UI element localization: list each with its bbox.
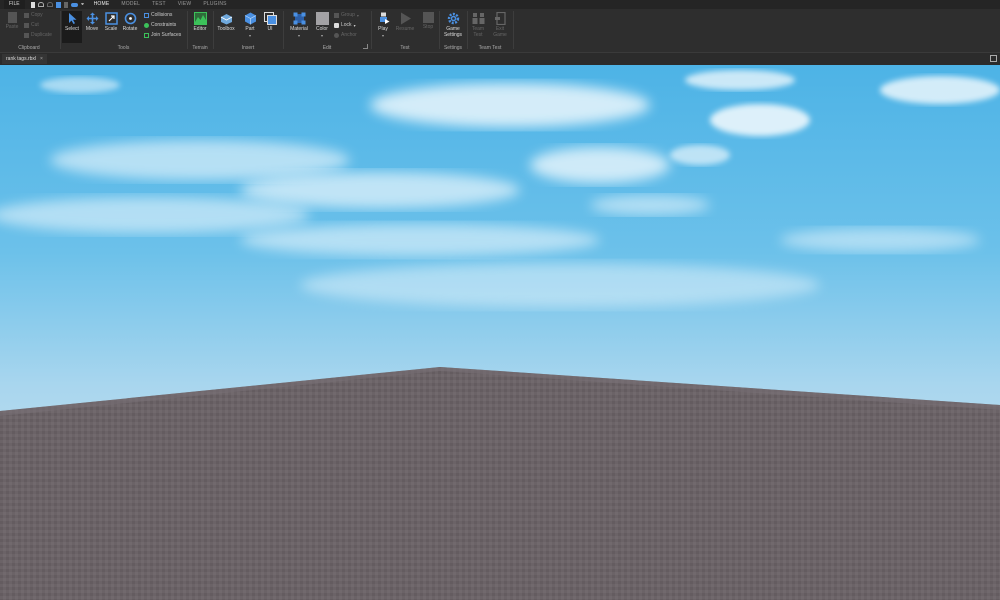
insert-group: Toolbox Part ▾ UI Insert bbox=[214, 9, 282, 52]
document-tab[interactable]: rank tags.rbxl × bbox=[2, 54, 47, 64]
stop-icon bbox=[422, 12, 434, 23]
color-button[interactable]: Color ▾ bbox=[312, 11, 332, 43]
toolbox-icon bbox=[220, 12, 233, 25]
team-test-group: Team Test Exit Game Team Test bbox=[468, 9, 512, 52]
terrain-group: Editor Terrain bbox=[188, 9, 212, 52]
test-label: Test bbox=[400, 45, 410, 51]
terrain-label: Terrain bbox=[192, 45, 208, 51]
3d-viewport[interactable] bbox=[0, 65, 1000, 600]
color-swatch-icon bbox=[315, 12, 329, 25]
terrain-editor-button[interactable]: Editor bbox=[190, 11, 210, 43]
menu-bar: FILE HOME MODEL TEST VIEW PLUGINS bbox=[0, 0, 1000, 9]
edit-label: Edit bbox=[322, 45, 332, 51]
ui-icon bbox=[263, 12, 277, 25]
tab-plugins[interactable]: PLUGINS bbox=[197, 0, 232, 9]
move-arrows-icon bbox=[86, 12, 99, 25]
select-button[interactable]: Select bbox=[62, 11, 82, 43]
settings-group: Game Settings Settings bbox=[440, 9, 466, 52]
tab-test[interactable]: TEST bbox=[146, 0, 172, 9]
constraints-toggle[interactable]: Constraints bbox=[144, 21, 176, 29]
play-character-icon bbox=[377, 12, 390, 25]
scale-button[interactable]: Scale bbox=[101, 11, 121, 43]
toolbox-button[interactable]: Toolbox bbox=[215, 11, 237, 43]
scale-icon bbox=[104, 12, 118, 25]
tab-home[interactable]: HOME bbox=[88, 0, 116, 9]
settings-label: Settings bbox=[443, 45, 463, 51]
game-settings-button[interactable]: Game Settings bbox=[441, 11, 465, 43]
part-dropdown-icon[interactable]: ▾ bbox=[240, 33, 260, 38]
restore-window-icon[interactable] bbox=[990, 55, 997, 62]
rotate-icon bbox=[124, 12, 137, 25]
lock-button[interactable]: Lock ▾ bbox=[334, 21, 356, 29]
duplicate-icon bbox=[24, 32, 29, 38]
baseplate[interactable] bbox=[0, 367, 1000, 600]
move-button[interactable]: Move bbox=[82, 11, 102, 43]
close-tab-icon[interactable]: × bbox=[40, 54, 43, 64]
tools-group: Select Move Scale Rotate Collisions Cons… bbox=[61, 9, 186, 52]
cloud-icon[interactable] bbox=[70, 2, 78, 7]
part-cube-icon bbox=[244, 12, 257, 25]
material-icon bbox=[293, 12, 306, 25]
ribbon: Paste Copy Cut Duplicate Clipboard Selec… bbox=[0, 9, 1000, 53]
anchor-button[interactable]: Anchor bbox=[334, 31, 357, 39]
play-button[interactable]: Play ▾ bbox=[373, 11, 393, 43]
dropdown-icon[interactable] bbox=[80, 3, 84, 6]
exit-door-icon bbox=[494, 11, 507, 26]
group-icon bbox=[334, 12, 339, 18]
play-dropdown-icon[interactable]: ▾ bbox=[373, 33, 393, 38]
publish-icon[interactable] bbox=[55, 1, 61, 8]
resume-button[interactable]: Resume bbox=[394, 11, 416, 43]
viewport-scene[interactable] bbox=[0, 65, 1000, 600]
undo-icon[interactable] bbox=[37, 2, 44, 7]
clipboard-group: Paste Copy Cut Duplicate Clipboard bbox=[0, 9, 58, 52]
file-menu[interactable]: FILE bbox=[4, 0, 25, 9]
stop-button[interactable]: Stop bbox=[418, 11, 438, 43]
redo-icon[interactable] bbox=[46, 2, 53, 7]
paste-icon bbox=[7, 12, 17, 23]
lock-icon bbox=[334, 22, 339, 28]
cursor-icon bbox=[66, 12, 79, 25]
duplicate-button[interactable]: Duplicate bbox=[24, 31, 52, 39]
team-test-button[interactable]: Team Test bbox=[468, 11, 488, 43]
team-test-label: Team Test bbox=[478, 45, 502, 51]
tab-view[interactable]: VIEW bbox=[172, 0, 198, 9]
material-button[interactable]: Material ▾ bbox=[288, 11, 310, 43]
group-icon[interactable] bbox=[63, 1, 68, 8]
anchor-icon bbox=[334, 32, 339, 38]
tab-model[interactable]: MODEL bbox=[115, 0, 146, 9]
collisions-icon bbox=[144, 12, 149, 18]
copy-button[interactable]: Copy bbox=[24, 11, 43, 19]
resume-play-icon bbox=[399, 12, 412, 25]
document-tab-strip: rank tags.rbxl × bbox=[0, 53, 1000, 65]
insert-label: Insert bbox=[241, 45, 255, 51]
material-dropdown-icon[interactable]: ▾ bbox=[288, 33, 310, 38]
join-surfaces-icon bbox=[144, 32, 149, 38]
join-surfaces-toggle[interactable]: Join Surfaces bbox=[144, 31, 181, 39]
part-button[interactable]: Part ▾ bbox=[240, 11, 260, 43]
quick-access-toolbar bbox=[30, 1, 84, 8]
cut-icon bbox=[24, 22, 29, 28]
divider bbox=[513, 11, 514, 49]
collisions-toggle[interactable]: Collisions bbox=[144, 11, 172, 19]
ui-button[interactable]: UI bbox=[260, 11, 280, 43]
gear-icon bbox=[447, 12, 460, 25]
test-group: Play ▾ Resume Stop Test bbox=[372, 9, 438, 52]
exit-game-button[interactable]: Exit Game bbox=[490, 11, 510, 43]
group-button[interactable]: Group ▾ bbox=[334, 11, 359, 19]
edit-group: Material ▾ Color ▾ Group ▾ Lock ▾ Anchor E… bbox=[284, 9, 370, 52]
paste-button[interactable]: Paste bbox=[4, 11, 20, 43]
cut-button[interactable]: Cut bbox=[24, 21, 39, 29]
constraints-icon bbox=[144, 22, 149, 28]
tools-label: Tools bbox=[117, 45, 130, 51]
document-tab-title: rank tags.rbxl bbox=[6, 56, 37, 62]
new-file-icon[interactable] bbox=[30, 1, 35, 8]
terrain-icon bbox=[193, 12, 207, 25]
clipboard-label: Clipboard bbox=[18, 45, 40, 51]
color-dropdown-icon[interactable]: ▾ bbox=[312, 33, 332, 38]
rotate-button[interactable]: Rotate bbox=[120, 11, 140, 43]
copy-icon bbox=[24, 12, 29, 18]
team-users-icon bbox=[472, 12, 485, 25]
